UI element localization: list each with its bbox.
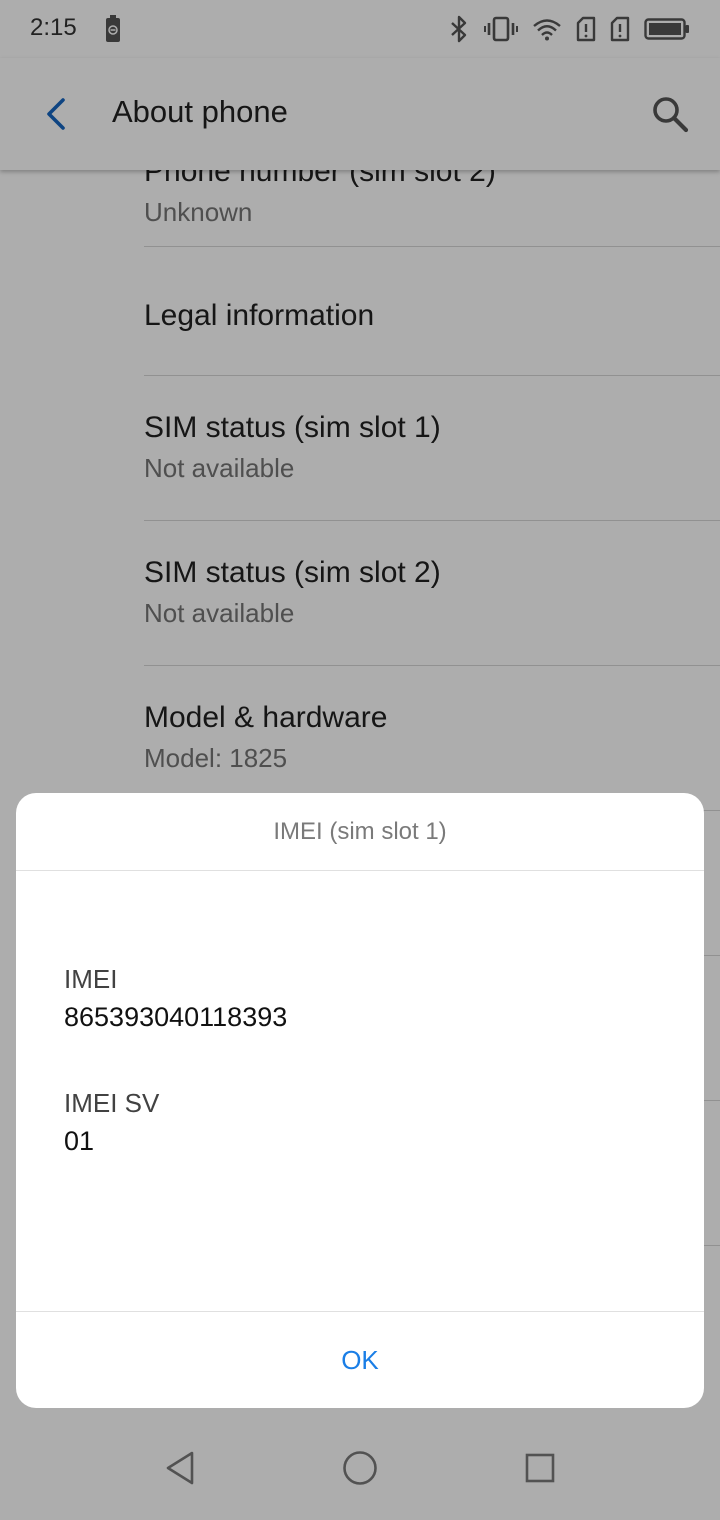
imei-sv-label: IMEI SV	[64, 1088, 160, 1118]
dialog-body: IMEI 865393040118393 IMEI SV 01	[64, 963, 664, 1157]
dialog-title: IMEI (sim slot 1)	[16, 793, 704, 871]
imei-label: IMEI	[64, 964, 118, 994]
imei-sv-value: 01	[64, 1126, 95, 1156]
imei-sv-field: IMEI SV 01	[64, 1087, 664, 1157]
dialog-actions: OK	[16, 1311, 704, 1408]
imei-dialog: IMEI (sim slot 1) IMEI 865393040118393 I…	[16, 793, 704, 1408]
imei-field: IMEI 865393040118393	[64, 963, 664, 1033]
imei-value: 865393040118393	[64, 1002, 288, 1032]
ok-button[interactable]: OK	[16, 1312, 704, 1408]
